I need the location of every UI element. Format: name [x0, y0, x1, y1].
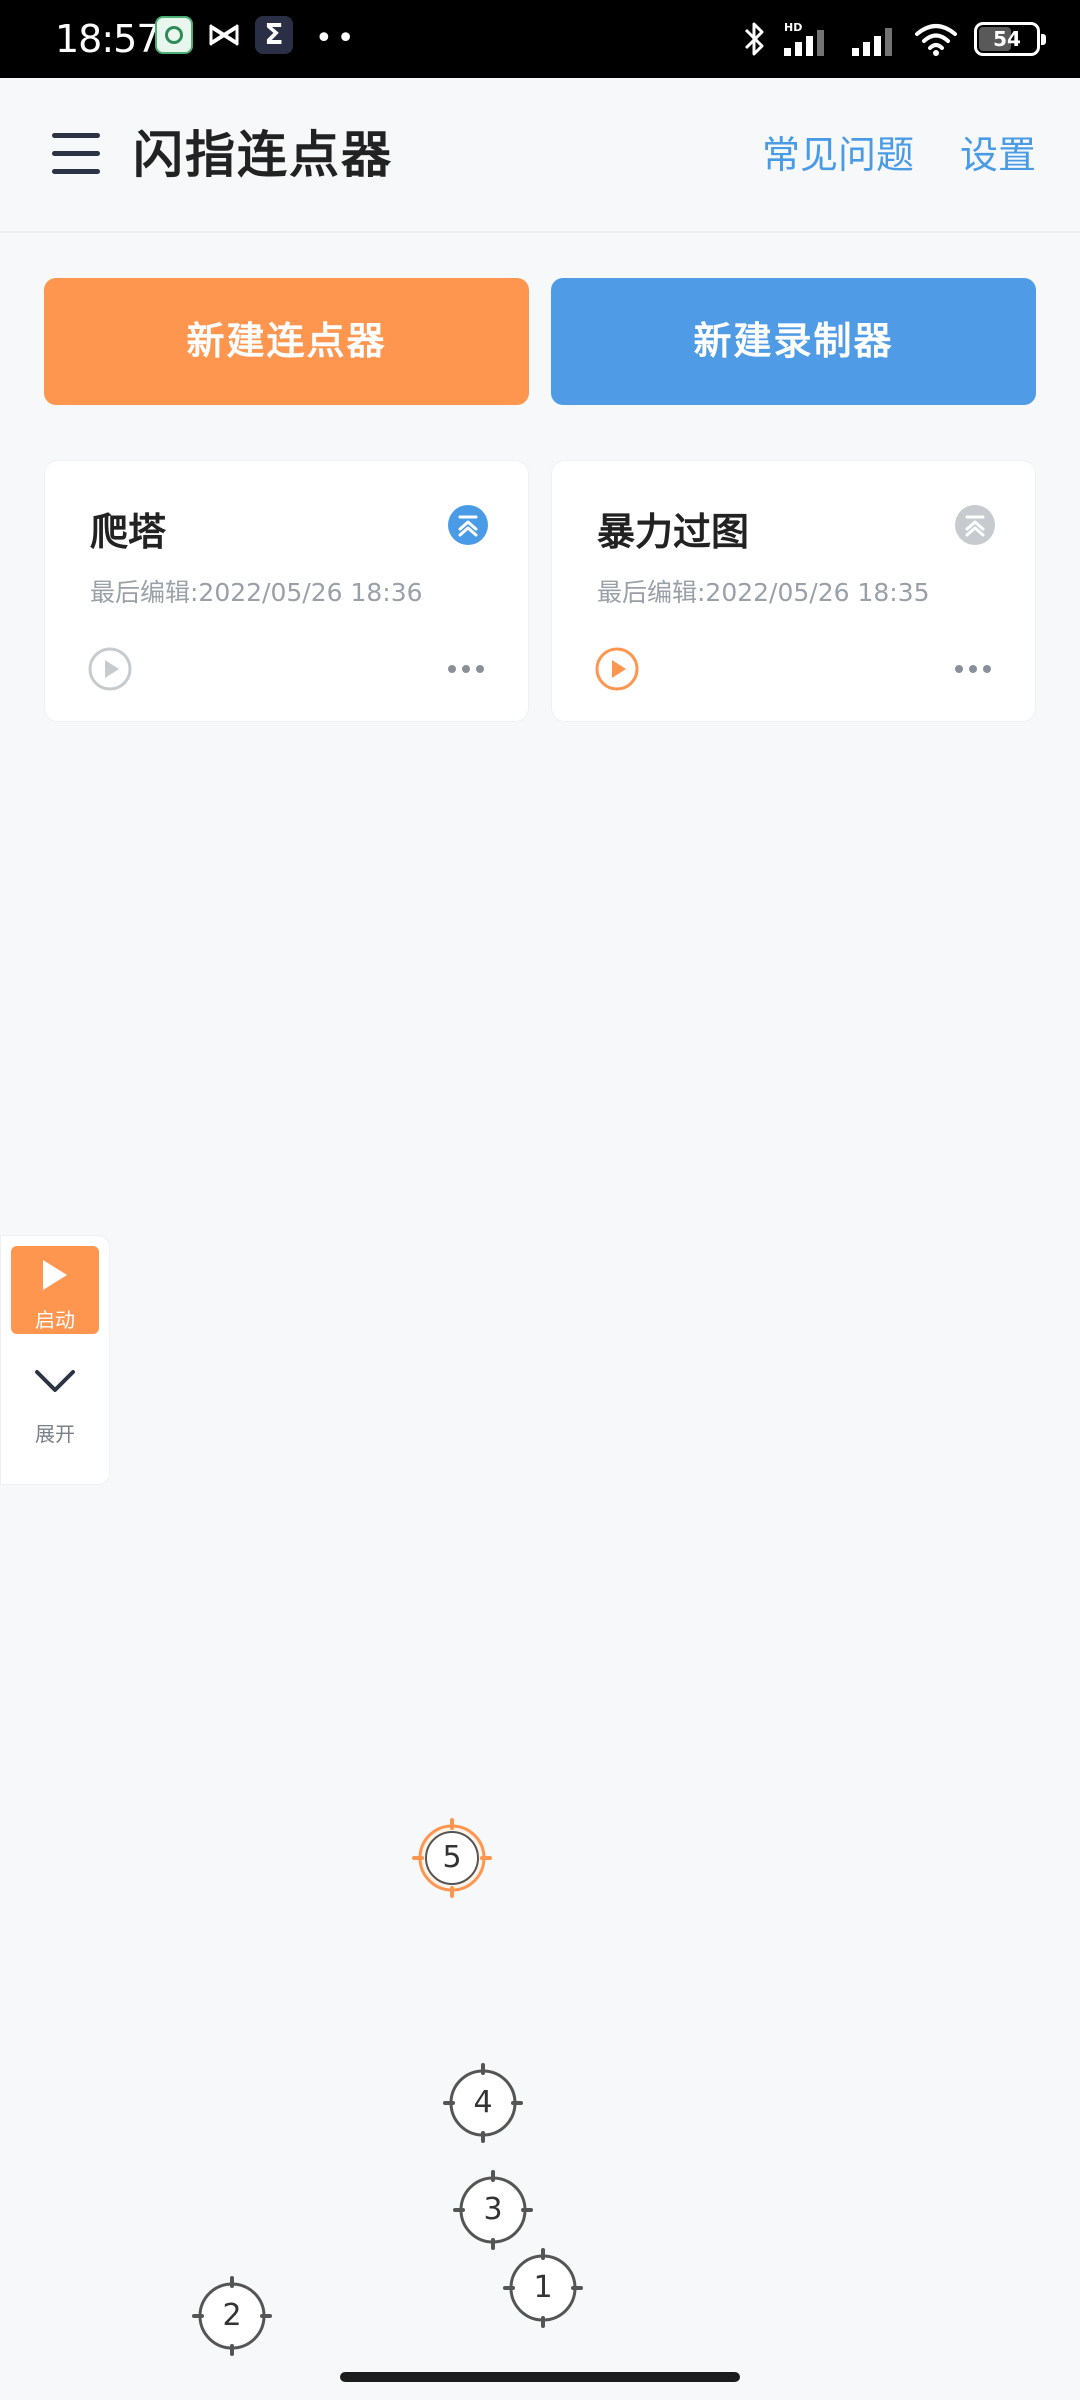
- new-recorder-button[interactable]: 新建录制器: [551, 278, 1036, 405]
- gesture-nav-handle[interactable]: [340, 2372, 740, 2382]
- click-target-3[interactable]: 3: [453, 2170, 533, 2250]
- bluetooth-icon: [744, 22, 764, 56]
- app-header: 闪指连点器 常见问题 设置: [0, 78, 1080, 233]
- sigma-icon: Σ: [255, 16, 293, 54]
- click-target-2[interactable]: 2: [192, 2276, 272, 2356]
- card-last-edited: 最后编辑:2022/05/26 18:35: [597, 578, 930, 607]
- play-icon[interactable]: [87, 646, 133, 692]
- more-options-icon[interactable]: [953, 657, 993, 681]
- signal-icon: [852, 28, 892, 56]
- wifi-icon: [915, 24, 957, 56]
- faq-link[interactable]: 常见问题: [762, 78, 914, 233]
- start-button[interactable]: 启动: [11, 1246, 99, 1334]
- new-clicker-button[interactable]: 新建连点器: [44, 278, 529, 405]
- status-indicators: HD 54: [742, 0, 1046, 78]
- expand-label: 展开: [35, 1422, 75, 1446]
- pin-top-icon[interactable]: [448, 505, 488, 545]
- click-target-1[interactable]: 1: [503, 2248, 583, 2328]
- more-notifications-icon: ••: [315, 21, 359, 56]
- target-number: 1: [533, 2270, 553, 2305]
- script-card[interactable]: 爬塔 最后编辑:2022/05/26 18:36: [44, 460, 529, 722]
- card-last-edited: 最后编辑:2022/05/26 18:36: [90, 578, 423, 607]
- battery-icon: 54: [974, 22, 1046, 56]
- target-number: 2: [222, 2298, 242, 2333]
- svg-text:HD: HD: [784, 21, 802, 34]
- play-icon[interactable]: [594, 646, 640, 692]
- settings-link[interactable]: 设置: [960, 78, 1036, 233]
- app-notification-icon: [155, 16, 193, 54]
- chevron-down-icon: [35, 1370, 75, 1392]
- signal-hd-icon: HD: [784, 21, 824, 56]
- status-time: 18:57: [55, 17, 161, 61]
- click-target-4[interactable]: 4: [443, 2063, 523, 2143]
- script-card[interactable]: 暴力过图 最后编辑:2022/05/26 18:35: [551, 460, 1036, 722]
- status-bar: 18:57 Σ •• HD 54: [0, 0, 1080, 78]
- app-title: 闪指连点器: [133, 126, 393, 184]
- more-options-icon[interactable]: [446, 657, 486, 681]
- pin-top-icon[interactable]: [955, 505, 995, 545]
- target-number: 3: [483, 2192, 503, 2227]
- play-icon: [43, 1260, 67, 1290]
- target-number: 4: [473, 2085, 493, 2120]
- start-label: 启动: [35, 1308, 75, 1332]
- floating-control-panel: 启动 展开: [0, 1235, 110, 1485]
- click-target-5[interactable]: 5: [412, 1818, 492, 1898]
- capcut-icon: [205, 16, 243, 54]
- card-title: 爬塔: [90, 510, 167, 554]
- card-title: 暴力过图: [597, 510, 750, 554]
- target-number: 5: [442, 1840, 462, 1875]
- expand-button[interactable]: 展开: [11, 1356, 99, 1466]
- hamburger-menu-icon[interactable]: [52, 133, 100, 175]
